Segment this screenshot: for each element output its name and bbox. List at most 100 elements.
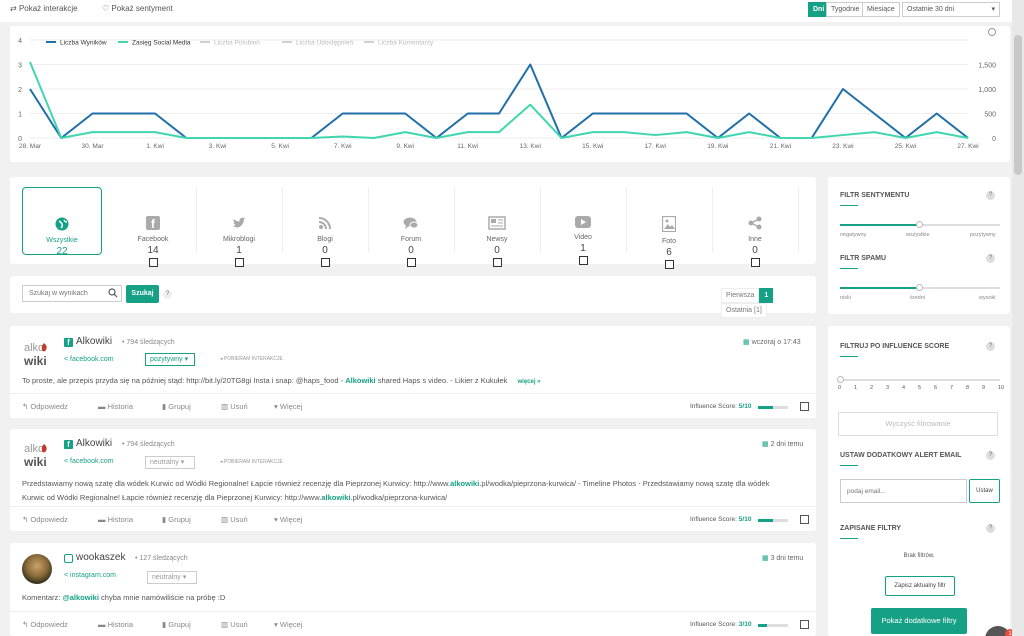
page-scrollbar[interactable] — [1012, 0, 1024, 636]
twitter-icon — [196, 200, 282, 232]
source-checkbox[interactable] — [664, 260, 674, 269]
spam-filter-title: FILTR SPAMU — [840, 255, 887, 262]
mention-link[interactable]: @alkowiki — [62, 593, 99, 602]
delete-button[interactable]: ▥ Usuń — [221, 515, 248, 524]
period-weeks-button[interactable]: Tygodnie — [826, 2, 865, 17]
alert-set-button[interactable]: Ustaw — [969, 479, 1000, 503]
history-button[interactable]: ▬ Historia — [98, 620, 133, 629]
sentiment-select[interactable]: neutralny ▾ — [147, 571, 197, 584]
source-checkbox[interactable] — [148, 258, 158, 267]
help-icon[interactable]: ? — [986, 191, 995, 200]
help-icon[interactable]: ? — [986, 254, 995, 263]
reply-button[interactable]: ↰ Odpowiedz — [22, 515, 68, 524]
history-button[interactable]: ▬ Historia — [98, 515, 133, 524]
group-button[interactable]: ▮ Grupuj — [162, 620, 191, 629]
post-source[interactable]: < instagram.com — [64, 572, 116, 579]
sentiment-select[interactable]: pozytywny ▾ — [145, 353, 195, 366]
more-link[interactable]: więcej » — [517, 379, 540, 385]
scrollbar-thumb[interactable] — [1014, 35, 1022, 175]
caret-down-icon: ▾ — [274, 515, 278, 524]
delete-button[interactable]: ▥ Usuń — [221, 620, 248, 629]
source-filter-video[interactable]: Video 1 — [540, 177, 626, 265]
pagination-first[interactable]: Pierwsza — [721, 288, 760, 303]
help-icon[interactable]: ? — [986, 524, 995, 533]
source-filter-mikroblogi[interactable]: Mikroblogi 1 — [196, 177, 282, 267]
influence-slider-knob[interactable] — [837, 376, 844, 383]
clear-filter-button[interactable]: Wyczyść filtrowanie — [838, 412, 998, 436]
slider-label: pozytywny — [970, 232, 996, 238]
source-checkbox[interactable] — [750, 258, 760, 267]
mention-link[interactable]: alkowiki — [450, 479, 479, 488]
y-tick-label-right: 500 — [984, 112, 996, 119]
mention-link[interactable]: alkowiki — [321, 493, 350, 502]
search-button[interactable]: Szukaj — [126, 285, 159, 303]
sentiment-slider-knob[interactable] — [916, 221, 923, 228]
source-label: Video — [574, 234, 592, 241]
post-text-line: Przedstawiamy nową szatę dla wódek Kurwi… — [22, 477, 769, 491]
pagination-current[interactable]: 1 — [759, 288, 774, 303]
show-more-filters-button[interactable]: Pokaż dodatkowe filtry — [871, 608, 967, 634]
influence-value: 5/10 — [738, 403, 752, 410]
group-button[interactable]: ▮ Grupuj — [162, 515, 191, 524]
filter-card: FILTRUJ PO INFLUENCE SCORE ? 0 1 2 3 4 5 6 7 8 9 1… — [828, 326, 1010, 636]
history-button[interactable]: ▬ Historia — [98, 402, 133, 411]
source-filter-forum[interactable]: Forum 0 — [368, 177, 454, 267]
source-filter-inne[interactable]: Inne 0 — [712, 177, 798, 267]
trash-icon: ▥ — [221, 402, 229, 411]
post-author[interactable]: Alkowiki — [76, 438, 112, 449]
reply-button[interactable]: ↰ Odpowiedz — [22, 402, 68, 411]
help-icon[interactable]: ? — [986, 342, 995, 351]
post-followers: • 794 śledzących — [122, 339, 175, 346]
influence-slider-track[interactable] — [840, 379, 1000, 381]
source-count: 22 — [56, 246, 68, 257]
divider — [798, 187, 799, 252]
more-actions-button[interactable]: ▾ Więcej — [274, 515, 302, 524]
download-interactions[interactable]: ◂ POBIERAM INTERAKCJE — [220, 356, 283, 362]
spam-slider-knob[interactable] — [916, 284, 923, 291]
range-select[interactable]: Ostatnie 30 dni ▾ — [902, 2, 1000, 17]
pagination-last[interactable]: Ostatnia [1] — [721, 303, 767, 318]
source-filter-foto[interactable]: Foto 6 — [626, 177, 712, 269]
source-checkbox[interactable] — [234, 258, 244, 267]
source-checkbox[interactable] — [320, 258, 330, 267]
source-filter-newsy[interactable]: Newsy 0 — [454, 177, 540, 267]
export-icon[interactable] — [988, 28, 996, 36]
mention-link[interactable]: Alkowiki — [345, 376, 375, 385]
alert-email-input[interactable] — [840, 479, 967, 503]
select-checkbox[interactable] — [800, 620, 809, 629]
source-checkbox[interactable] — [492, 258, 502, 267]
reply-button[interactable]: ↰ Odpowiedz — [22, 620, 68, 629]
share-icon: < — [64, 572, 69, 579]
saved-filters-empty: Brak filtrów. — [903, 553, 935, 559]
help-icon[interactable]: ? — [986, 451, 995, 460]
interactions-toggle[interactable]: ⇄ Pokaż interakcje — [10, 4, 78, 13]
period-months-button[interactable]: Miesiące — [862, 2, 900, 17]
source-filter-blogi[interactable]: Blogi 0 — [282, 177, 368, 267]
select-checkbox[interactable] — [800, 402, 809, 411]
select-checkbox[interactable] — [800, 515, 809, 524]
search-help-icon[interactable]: ? — [163, 290, 172, 299]
group-button[interactable]: ▮ Grupuj — [162, 402, 191, 411]
x-tick-label: 7. Kwi — [334, 143, 352, 150]
search-input[interactable] — [23, 286, 107, 301]
source-checkbox[interactable] — [406, 258, 416, 267]
post-source[interactable]: < facebook.com — [64, 356, 114, 363]
more-actions-button[interactable]: ▾ Więcej — [274, 620, 302, 629]
post-author[interactable]: Alkowiki — [76, 336, 112, 347]
save-filter-button[interactable]: Zapisz aktualny filtr — [885, 576, 955, 596]
download-interactions[interactable]: ◂ POBIERAM INTERAKCJE — [220, 459, 283, 465]
sentiment-select[interactable]: neutralny ▾ — [145, 456, 195, 469]
sentiment-toggle[interactable]: ♡ Pokaż sentyment — [102, 4, 173, 13]
delete-button[interactable]: ▥ Usuń — [221, 402, 248, 411]
series-line — [29, 63, 969, 139]
svg-text:wiki: wiki — [23, 455, 47, 469]
search-icon[interactable] — [108, 288, 118, 300]
source-checkbox[interactable] — [578, 256, 588, 265]
influence-label: Influence Score: — [690, 621, 737, 628]
more-actions-button[interactable]: ▾ Więcej — [274, 402, 302, 411]
source-filter-wszystkie[interactable]: Wszystkie 22 — [22, 187, 102, 257]
post-author[interactable]: wookaszek — [76, 552, 125, 563]
influence-score: Influence Score: 5/10 — [690, 403, 751, 410]
post-source[interactable]: < facebook.com — [64, 458, 114, 465]
source-filter-facebook[interactable]: f Facebook 14 — [110, 177, 196, 267]
